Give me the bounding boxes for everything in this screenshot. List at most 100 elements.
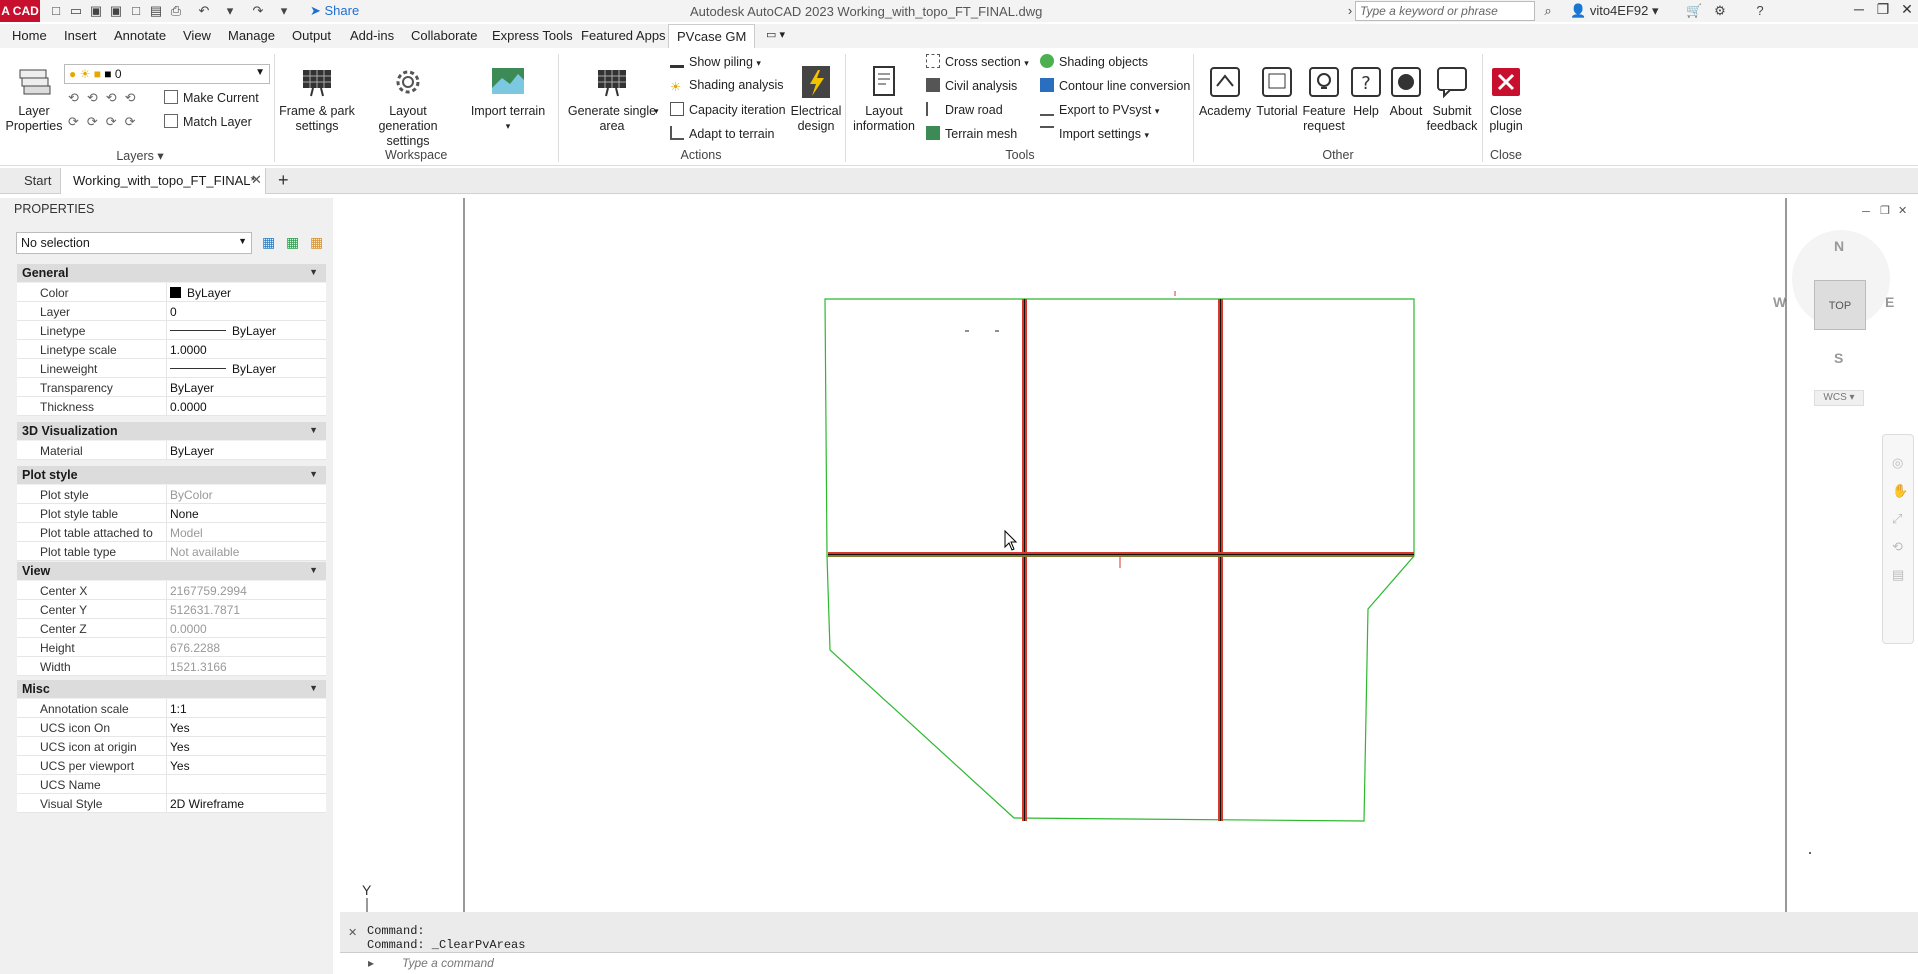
undo-icon[interactable]: ↶	[196, 3, 212, 19]
zoom-icon[interactable]: ⤢	[1892, 511, 1902, 527]
tutorial-button[interactable]: Tutorial	[1252, 64, 1302, 119]
compass-w[interactable]: W	[1773, 294, 1786, 310]
tab-pvcase-gm[interactable]: PVcase GM	[668, 24, 756, 48]
collapse-icon[interactable]: ▼	[309, 267, 318, 277]
open-icon[interactable]: ▭	[68, 3, 84, 19]
layer-dropdown[interactable]: ● ☀ ■ ■ 0 ▼	[64, 64, 270, 84]
import-settings-button[interactable]: Import settings ▾	[1040, 126, 1149, 141]
section-misc[interactable]: Misc ▼	[17, 680, 326, 698]
viewport-restore-icon[interactable]: ❐	[1880, 204, 1890, 217]
viewport-close-icon[interactable]: ✕	[1898, 204, 1907, 217]
drawing-canvas[interactable]: Y ─ ❐ ✕ N S E W TOP WCS ▾ ◎ ✋ ⤢ ⟲ ▤	[340, 198, 1918, 912]
section-plotstyle[interactable]: Plot style ▼	[17, 466, 326, 484]
viewport-minimize-icon[interactable]: ─	[1862, 206, 1870, 218]
property-row[interactable]: UCS per viewport Yes	[17, 756, 326, 775]
collapse-icon[interactable]: ▼	[309, 565, 318, 575]
restore-button[interactable]: ❐	[1872, 1, 1894, 21]
tab-add-ins[interactable]: Add-ins	[350, 28, 394, 43]
close-window-button[interactable]: ✕	[1896, 1, 1918, 21]
command-input[interactable]: ▸ Type a command	[340, 952, 1918, 974]
compass-s[interactable]: S	[1834, 350, 1843, 366]
property-row[interactable]: Width 1521.3166	[17, 657, 326, 676]
user-account[interactable]: 👤 vito4EF92 ▾	[1570, 3, 1659, 19]
quick-select-icon[interactable]: ▦	[310, 234, 323, 251]
property-row[interactable]: Material ByLayer	[17, 441, 326, 460]
road-vertical-1[interactable]	[1022, 299, 1027, 821]
property-row[interactable]: Transparency ByLayer	[17, 378, 326, 397]
electrical-design-button[interactable]: Electrical design	[788, 64, 844, 134]
property-row[interactable]: Linetype scale 1.0000	[17, 340, 326, 359]
property-row[interactable]: UCS icon On Yes	[17, 718, 326, 737]
property-row[interactable]: Height 676.2288	[17, 638, 326, 657]
connect-icon[interactable]: ⚙	[1712, 3, 1728, 19]
steering-wheel-icon[interactable]: ◎	[1892, 455, 1903, 471]
academy-button[interactable]: Academy	[1198, 64, 1252, 119]
property-row[interactable]: Center Z 0.0000	[17, 619, 326, 638]
help-icon[interactable]: ?	[1752, 3, 1768, 19]
new-icon[interactable]: □	[48, 3, 64, 19]
draw-road-button[interactable]: Draw road	[926, 102, 1003, 117]
save-as-icon[interactable]: ▣	[108, 3, 124, 19]
select-objects-icon[interactable]: ▦	[286, 234, 299, 251]
close-command-icon[interactable]: ✕	[348, 926, 357, 939]
property-row[interactable]: Center Y 512631.7871	[17, 600, 326, 619]
property-row[interactable]: Color ByLayer	[17, 283, 326, 302]
ribbon-minimize-icon[interactable]: ▭ ▾	[766, 28, 785, 41]
property-row[interactable]: Lineweight ByLayer	[17, 359, 326, 378]
about-button[interactable]: About	[1384, 64, 1428, 119]
toggle-pickadd-icon[interactable]: ▦	[262, 234, 275, 251]
tab-insert[interactable]: Insert	[64, 28, 97, 43]
road-horizontal[interactable]	[828, 552, 1414, 557]
new-tab-icon[interactable]: +	[278, 170, 289, 191]
show-piling-button[interactable]: Show piling ▾	[670, 54, 761, 69]
feature-request-button[interactable]: Feature request	[1300, 64, 1348, 134]
orbit-icon[interactable]: ⟲	[1892, 539, 1903, 555]
property-row[interactable]: Center X 2167759.2994	[17, 581, 326, 600]
civil-analysis-button[interactable]: Civil analysis	[926, 78, 1017, 93]
collapse-icon[interactable]: ▼	[309, 425, 318, 435]
cross-section-button[interactable]: Cross section ▾	[926, 54, 1029, 69]
road-vertical-2[interactable]	[1218, 299, 1223, 821]
minimize-button[interactable]: ─	[1848, 1, 1870, 21]
export-pvsyst-button[interactable]: Export to PVsyst ▾	[1040, 102, 1159, 117]
tab-view[interactable]: View	[183, 28, 211, 43]
autocad-logo[interactable]: A CAD	[0, 0, 40, 22]
undo-dropdown-icon[interactable]: ▾	[222, 3, 238, 19]
tab-featured-apps[interactable]: Featured Apps	[581, 28, 666, 43]
layers-group-label[interactable]: Layers ▾	[110, 148, 170, 163]
shading-analysis-button[interactable]: ☀ Shading analysis	[670, 78, 784, 94]
compass-n[interactable]: N	[1834, 238, 1844, 254]
tab-express-tools[interactable]: Express Tools	[492, 28, 573, 43]
redo-icon[interactable]: ↷	[250, 3, 266, 19]
make-current-button[interactable]: Make Current	[164, 90, 259, 105]
collapse-icon[interactable]: ▼	[309, 683, 318, 693]
property-row[interactable]: Plot table attached to Model	[17, 523, 326, 542]
capacity-iteration-button[interactable]: Capacity iteration	[670, 102, 786, 117]
contour-line-button[interactable]: Contour line conversion	[1040, 78, 1190, 93]
help-button[interactable]: ? Help	[1346, 64, 1386, 119]
shading-objects-button[interactable]: Shading objects	[1040, 54, 1148, 69]
property-row[interactable]: Plot table type Not available	[17, 542, 326, 561]
property-row[interactable]: UCS Name	[17, 775, 326, 794]
plot-icon[interactable]: ⎙	[168, 3, 184, 19]
close-tab-icon[interactable]: ✕	[251, 172, 262, 188]
command-line[interactable]: ✕ Command: Command: _ClearPvAreas ▸ Type…	[340, 912, 1918, 974]
cart-icon[interactable]: 🛒	[1686, 3, 1702, 19]
layer-tools-row2[interactable]: ⟳⟳⟳⟳	[68, 114, 144, 130]
generate-single-area-button[interactable]: Generate single area	[566, 64, 658, 134]
wcs-menu[interactable]: WCS ▾	[1814, 390, 1864, 406]
terrain-mesh-button[interactable]: Terrain mesh	[926, 126, 1017, 141]
compass-e[interactable]: E	[1885, 294, 1894, 310]
open-web-icon[interactable]: □	[128, 3, 144, 19]
save-icon[interactable]: ▣	[88, 3, 104, 19]
viewcube-top[interactable]: TOP	[1814, 280, 1866, 330]
share-button[interactable]: ➤ Share	[310, 3, 359, 19]
search-icon[interactable]: ⌕	[1540, 3, 1556, 19]
adapt-terrain-button[interactable]: Adapt to terrain	[670, 126, 774, 141]
tab-annotate[interactable]: Annotate	[114, 28, 166, 43]
property-row[interactable]: Plot style ByColor	[17, 485, 326, 504]
property-row[interactable]: Visual Style 2D Wireframe	[17, 794, 326, 813]
property-row[interactable]: UCS icon at origin Yes	[17, 737, 326, 756]
close-plugin-button[interactable]: Close plugin	[1484, 64, 1528, 134]
layout-generation-settings-button[interactable]: Layout generation settings	[358, 64, 458, 149]
